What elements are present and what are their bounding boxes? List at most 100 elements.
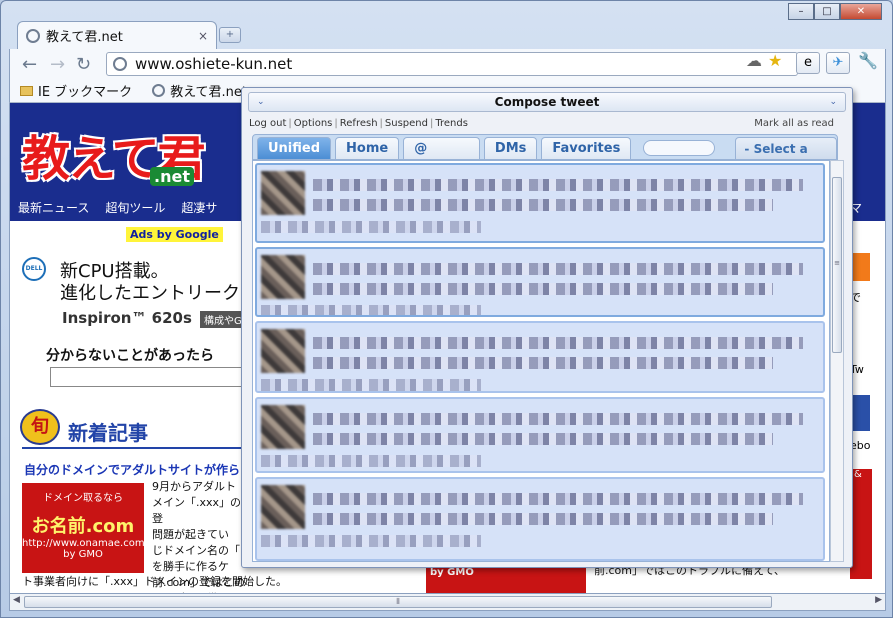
globe-icon xyxy=(113,57,127,71)
nav-link[interactable]: 最新ニュース xyxy=(18,199,89,216)
tweet-text-redacted xyxy=(261,455,481,467)
logo-net: .net xyxy=(150,167,194,186)
tab-unified[interactable]: Unified xyxy=(257,137,332,159)
tweet-text-redacted xyxy=(261,379,481,391)
horizontal-scrollbar[interactable]: ◀ ⦀ ▶ xyxy=(9,593,886,611)
tab-dms[interactable]: DMs xyxy=(483,137,538,159)
compose-label: Compose tweet xyxy=(494,95,600,109)
toolbar: ← → ↻ www.oshiete-kun.net ☁ ★ e ✈ 🔧 xyxy=(9,49,886,79)
tweet-text-redacted xyxy=(261,221,481,233)
tweet-text-redacted xyxy=(313,199,773,211)
tweet-item[interactable] xyxy=(255,397,825,473)
tweet-text-redacted xyxy=(313,493,803,505)
globe-icon xyxy=(26,28,40,43)
right-text: Tw xyxy=(850,363,864,376)
bookmark-label: IE ブックマーク xyxy=(38,85,133,100)
tweet-text-redacted xyxy=(313,357,773,369)
address-bar[interactable]: www.oshiete-kun.net xyxy=(106,52,798,76)
tab-favorites[interactable]: Favorites xyxy=(541,137,632,159)
banner-text: ドメイン取るなら xyxy=(43,493,123,504)
user-avatar[interactable] xyxy=(261,171,305,215)
user-avatar[interactable] xyxy=(261,405,305,449)
ad-product[interactable]: Inspiron™ 620s xyxy=(62,309,192,327)
tab-home[interactable]: Home xyxy=(335,137,400,159)
bookmark-label: 教えて君.net xyxy=(170,85,248,100)
globe-icon xyxy=(152,84,166,97)
site-nav: 最新ニュース 超旬ツール 超凄サ xyxy=(18,199,217,216)
user-avatar[interactable] xyxy=(261,329,305,373)
url-text: www.oshiete-kun.net xyxy=(135,55,293,73)
ie-tab-icon[interactable]: e xyxy=(796,52,820,74)
dell-logo: DELL xyxy=(22,257,46,281)
bookmark-oshiete[interactable]: 教えて君.net xyxy=(152,81,247,100)
cloud-icon[interactable]: ☁ xyxy=(746,51,762,70)
tab-title: 教えて君.net xyxy=(46,30,123,45)
tab-close-icon[interactable]: × xyxy=(198,29,208,43)
right-banner[interactable] xyxy=(850,395,870,431)
article-headline[interactable]: 自分のドメインでアダルトサイトが作ら xyxy=(24,461,240,478)
article-text: ト事業者向けに「.xxx」ドメインの登録を開始した。 xyxy=(22,575,288,588)
star-icon[interactable]: ★ xyxy=(768,51,782,70)
right-text: で xyxy=(850,291,861,304)
ad-line[interactable]: 進化したエントリーク xyxy=(60,279,240,305)
trends-link[interactable]: Trends xyxy=(435,118,468,129)
onamae-banner[interactable]: ドメイン取るなら お名前.com http://www.onamae.com b… xyxy=(22,483,145,573)
tweet-text-redacted xyxy=(313,283,773,295)
tweet-text-redacted xyxy=(313,513,773,525)
chevron-down-icon: ⌄ xyxy=(257,97,265,107)
nav-link[interactable]: 超旬ツール xyxy=(105,199,165,216)
search-tab-input[interactable] xyxy=(643,140,716,156)
folder-icon xyxy=(20,85,33,96)
tweet-text-redacted xyxy=(313,413,803,425)
tweet-item[interactable] xyxy=(255,247,825,317)
reload-icon[interactable]: ↻ xyxy=(76,54,91,75)
close-button[interactable]: ✕ xyxy=(840,3,882,20)
vertical-scrollbar[interactable]: ≡ xyxy=(830,160,844,562)
bookmark-ie[interactable]: IE ブックマーク xyxy=(20,81,132,100)
right-banner[interactable]: !& xyxy=(850,469,872,579)
suspend-link[interactable]: Suspend xyxy=(385,118,428,129)
tweet-timeline[interactable] xyxy=(252,160,830,562)
maximize-button[interactable]: □ xyxy=(814,3,840,20)
banner-title: お名前.com xyxy=(31,516,135,537)
nav-link[interactable]: 超凄サ xyxy=(181,199,217,216)
chevron-down-icon: ⌄ xyxy=(829,97,837,107)
tweet-item[interactable] xyxy=(255,163,825,243)
wrench-icon[interactable]: 🔧 xyxy=(858,51,878,70)
list-select[interactable]: - Select a list - xyxy=(735,137,837,178)
user-avatar[interactable] xyxy=(261,485,305,529)
twitter-popup: ⌄ Compose tweet ⌄ Log out | Options | Refres… xyxy=(241,87,853,568)
search-input[interactable] xyxy=(50,367,250,387)
tab-mentions[interactable]: @ xyxy=(403,137,480,159)
scroll-right-icon[interactable]: ▶ xyxy=(875,595,882,605)
logout-link[interactable]: Log out xyxy=(249,118,286,129)
timeline-tabs: Unified Home @ DMs Favorites - Select a … xyxy=(252,134,838,178)
mark-all-read-link[interactable]: Mark all as read xyxy=(754,118,834,129)
divider xyxy=(22,447,252,449)
window-controls: – □ ✕ xyxy=(788,3,882,20)
scrollbar-thumb[interactable]: ≡ xyxy=(832,177,842,353)
forward-icon[interactable]: → xyxy=(50,54,65,75)
compose-tweet-bar[interactable]: ⌄ Compose tweet ⌄ xyxy=(248,92,846,112)
minimize-button[interactable]: – xyxy=(788,3,814,20)
browser-tab[interactable]: 教えて君.net × xyxy=(17,21,217,49)
ads-label[interactable]: Ads by Google xyxy=(126,227,223,242)
scroll-left-icon[interactable]: ◀ xyxy=(13,595,20,605)
ad-badge[interactable]: 構成やG xyxy=(200,311,246,328)
right-banner[interactable] xyxy=(850,253,870,281)
new-tab-button[interactable]: + xyxy=(219,27,241,43)
tweet-item[interactable] xyxy=(255,321,825,393)
back-icon[interactable]: ← xyxy=(22,54,37,75)
tweet-text-redacted xyxy=(313,179,803,191)
tweet-text-redacted xyxy=(261,535,481,547)
scrollbar-thumb[interactable]: ⦀ xyxy=(24,596,772,608)
refresh-link[interactable]: Refresh xyxy=(340,118,378,129)
options-link[interactable]: Options xyxy=(294,118,333,129)
twitter-extension-icon[interactable]: ✈ xyxy=(826,52,850,74)
banner-url: http://www.onamae.com xyxy=(22,538,145,549)
news-title: 新着記事 xyxy=(68,421,148,445)
tweet-item[interactable] xyxy=(255,477,825,561)
search-heading: 分からないことがあったら xyxy=(46,348,214,364)
popup-links: Log out | Options | Refresh | Suspend | Trends xyxy=(249,118,468,129)
user-avatar[interactable] xyxy=(261,255,305,299)
